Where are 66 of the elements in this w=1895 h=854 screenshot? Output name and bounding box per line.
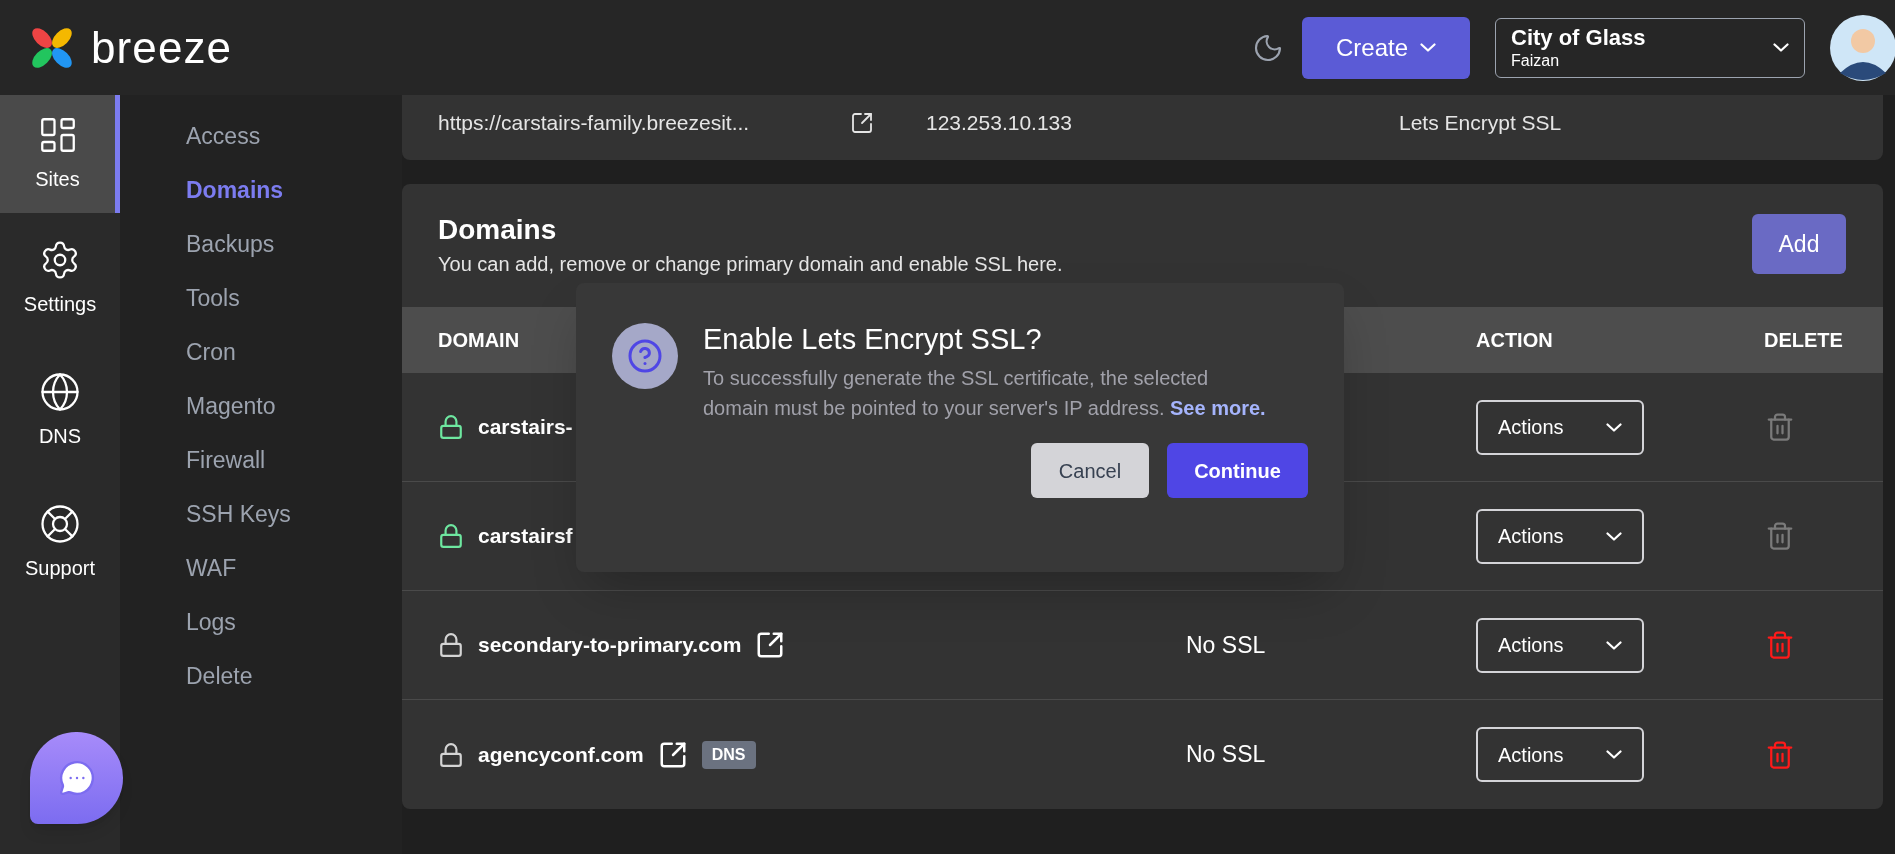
actions-dropdown[interactable]: Actions	[1476, 508, 1644, 564]
nav-item[interactable]: DNS	[0, 345, 120, 477]
ssl-type: Lets Encrypt SSL	[1399, 109, 1562, 136]
team-name: City of Glass	[1511, 23, 1647, 52]
submenu-item[interactable]: Domains	[186, 163, 402, 217]
submenu-item[interactable]: Magento	[186, 379, 402, 433]
team-select[interactable]: City of Glass Faizan	[1495, 17, 1805, 78]
site-ip: 123.253.10.133	[926, 109, 1073, 136]
external-link-icon[interactable]	[755, 630, 786, 660]
actions-dropdown[interactable]: Actions	[1476, 617, 1644, 673]
domain-name: carstairs-	[478, 414, 573, 441]
domain-name: agencyconf.com	[478, 741, 644, 768]
chevron-down-icon	[1606, 531, 1622, 541]
chat-button[interactable]	[30, 732, 123, 824]
submenu-item[interactable]: Cron	[186, 325, 402, 379]
create-button[interactable]: Create	[1302, 16, 1470, 79]
ssl-status: No SSL	[1186, 630, 1267, 660]
submenu-item[interactable]: SSH Keys	[186, 487, 402, 541]
delete-icon[interactable]	[1765, 410, 1795, 444]
submenu-item[interactable]: Delete	[186, 649, 402, 703]
nav-item[interactable]: Settings	[0, 213, 120, 345]
section-subtitle: You can add, remove or change primary domain and enable SSL here.	[438, 252, 1064, 277]
chat-icon	[57, 759, 96, 797]
domain-name: carstairsf	[478, 523, 573, 550]
nav-item[interactable]: Sites	[0, 95, 120, 213]
cancel-button[interactable]: Cancel	[1031, 443, 1149, 499]
user-name: Faizan	[1511, 51, 1561, 72]
see-more-link[interactable]: See more.	[1170, 397, 1266, 420]
dialog-title: Enable Lets Encrypt SSL?	[703, 322, 1043, 357]
column-header: ACTION	[1476, 328, 1553, 353]
nav-label: DNS	[38, 424, 82, 449]
nav-label: Sites	[35, 167, 80, 192]
chevron-down-icon	[1420, 43, 1436, 52]
dns-badge: DNS	[701, 740, 756, 769]
continue-button[interactable]: Continue	[1167, 443, 1308, 499]
nav-item[interactable]: Support	[0, 477, 120, 609]
chevron-down-icon	[1606, 750, 1622, 759]
nav-label: Support	[24, 556, 96, 581]
nav-label: Settings	[23, 292, 97, 317]
submenu-item[interactable]: Firewall	[186, 433, 402, 487]
chevron-down-icon	[1606, 422, 1622, 432]
column-header: DOMAIN	[438, 328, 520, 353]
lifebuoy-icon	[39, 503, 81, 545]
actions-dropdown[interactable]: Actions	[1476, 399, 1644, 455]
logo-text: breeze	[91, 25, 233, 70]
chevron-down-icon	[1773, 43, 1789, 52]
globe-icon	[39, 371, 81, 413]
site-url: https://carstairs-family.breezesit...	[438, 109, 751, 136]
help-icon	[627, 338, 663, 374]
submenu-item[interactable]: Backups	[186, 217, 402, 271]
delete-icon[interactable]	[1765, 519, 1795, 553]
external-link-icon[interactable]	[850, 110, 874, 135]
add-button[interactable]: Add	[1752, 214, 1846, 274]
domain-name: secondary-to-primary.com	[478, 632, 742, 659]
submenu-item[interactable]: Logs	[186, 595, 402, 649]
ssl-status: No SSL	[1186, 740, 1267, 770]
avatar[interactable]	[1830, 14, 1895, 81]
chevron-down-icon	[1606, 640, 1622, 650]
submenu-item[interactable]: Tools	[186, 271, 402, 325]
dialog-message: To successfully generate the SSL certificate, the selected domain must be pointed to your server's IP address. See more.	[703, 366, 1267, 422]
delete-icon[interactable]	[1765, 628, 1795, 662]
submenu-item[interactable]: Access	[186, 109, 402, 163]
section-title: Domains	[438, 213, 558, 247]
submenu-item[interactable]: WAF	[186, 541, 402, 595]
column-header: DELETE	[1764, 328, 1843, 353]
actions-dropdown[interactable]: Actions	[1476, 727, 1644, 782]
